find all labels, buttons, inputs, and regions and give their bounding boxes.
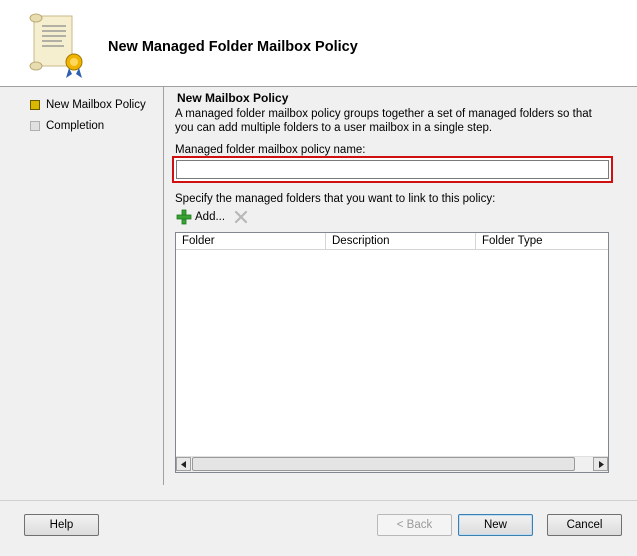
scroll-right-button[interactable] — [593, 457, 608, 471]
folder-toolbar: Add... — [176, 209, 249, 225]
add-label: Add... — [195, 211, 226, 223]
main-panel: New Mailbox Policy A managed folder mail… — [172, 91, 615, 473]
remove-x-icon — [234, 210, 248, 224]
active-step-icon — [30, 99, 40, 110]
plus-icon — [176, 209, 192, 225]
policy-name-highlight — [172, 156, 613, 183]
step-completion: Completion — [30, 115, 146, 136]
arrow-right-icon — [598, 460, 604, 468]
remove-folder-button[interactable] — [233, 209, 249, 225]
new-button[interactable]: New — [458, 514, 533, 536]
footer-divider — [0, 500, 637, 501]
back-button[interactable]: < Back — [377, 514, 452, 536]
step-new-mailbox-policy: New Mailbox Policy — [30, 94, 146, 115]
scroll-left-button[interactable] — [176, 457, 191, 471]
wizard-title: New Managed Folder Mailbox Policy — [108, 39, 358, 55]
wizard-header: New Managed Folder Mailbox Policy — [0, 0, 637, 87]
column-header-description[interactable]: Description — [326, 233, 476, 249]
section-title: New Mailbox Policy — [177, 91, 289, 105]
managed-folders-list[interactable]: Folder Description Folder Type — [175, 232, 609, 473]
scroll-certificate-icon — [29, 13, 83, 78]
specify-folders-label: Specify the managed folders that you wan… — [175, 193, 496, 205]
help-button[interactable]: Help — [24, 514, 99, 536]
wizard-steps: New Mailbox Policy Completion — [30, 94, 146, 136]
vertical-divider — [163, 86, 164, 485]
cancel-button[interactable]: Cancel — [547, 514, 622, 536]
horizontal-scrollbar[interactable] — [176, 456, 608, 472]
policy-name-input[interactable] — [176, 160, 609, 179]
step-label: Completion — [46, 119, 105, 132]
column-header-folder-type[interactable]: Folder Type — [476, 233, 608, 249]
section-description: A managed folder mailbox policy groups t… — [175, 108, 592, 134]
column-header-folder[interactable]: Folder — [176, 233, 326, 249]
list-header: Folder Description Folder Type — [176, 233, 608, 250]
add-folder-button[interactable]: Add... — [176, 209, 225, 225]
policy-name-label: Managed folder mailbox policy name: — [175, 144, 366, 156]
pending-step-icon — [30, 120, 40, 131]
step-label: New Mailbox Policy — [46, 98, 146, 111]
arrow-left-icon — [180, 460, 186, 468]
scrollbar-thumb[interactable] — [192, 457, 575, 471]
